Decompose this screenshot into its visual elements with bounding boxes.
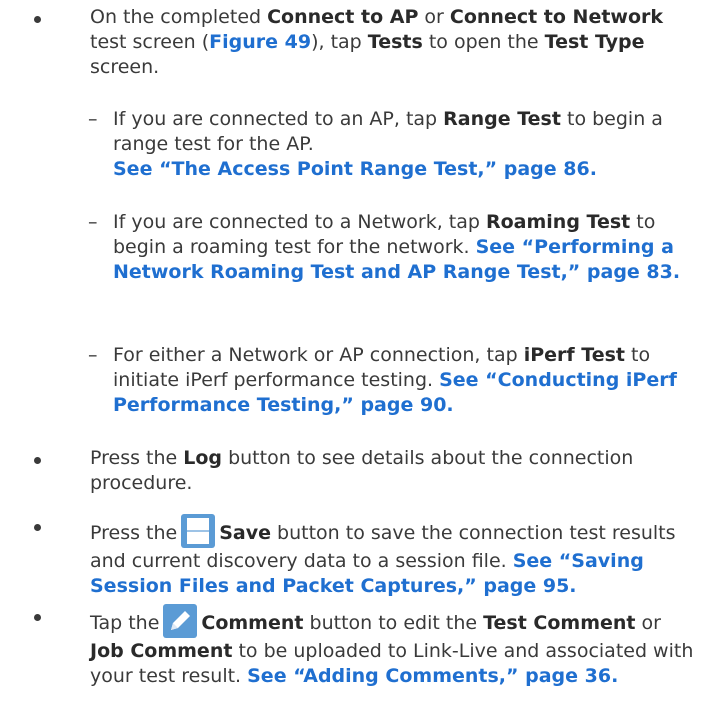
text: screen. xyxy=(90,56,160,78)
text: If you are connected to an AP, tap xyxy=(113,108,444,130)
dash-marker: – xyxy=(88,108,98,130)
ui-term: Test Type xyxy=(544,31,645,53)
figure-link[interactable]: Figure 49 xyxy=(209,31,311,53)
text: test screen ( xyxy=(90,31,210,53)
bullet-text: Press the Save button to save the connect… xyxy=(90,513,696,599)
ui-term: Job Comment xyxy=(90,640,233,662)
ui-term: Log xyxy=(183,447,223,469)
dash-marker: – xyxy=(88,344,98,366)
text: button to edit the xyxy=(303,612,484,634)
sub-item-text: If you are connected to an AP, tap Range… xyxy=(113,107,703,182)
sub-item-text: If you are connected to a Network, tap R… xyxy=(113,210,703,285)
text: or xyxy=(635,612,661,634)
bullet-dot xyxy=(34,16,41,23)
pencil-icon xyxy=(162,603,198,639)
sub-item-text: For either a Network or AP connection, t… xyxy=(113,343,703,418)
bullet-text: Tap the Comment button to edit the Test C… xyxy=(90,603,696,689)
ui-term: Roaming Test xyxy=(485,211,631,233)
ui-term: Range Test xyxy=(443,108,561,130)
ui-term: Comment xyxy=(201,612,304,634)
ui-term: Connect to Network xyxy=(449,6,664,28)
text: If you are connected to a Network, tap xyxy=(113,211,486,233)
text: Press the xyxy=(90,447,184,469)
text: or xyxy=(418,6,450,28)
text: On the completed xyxy=(90,6,268,28)
ui-term: Connect to AP xyxy=(267,6,419,28)
text: For either a Network or AP connection, t… xyxy=(113,344,524,366)
bullet-dot xyxy=(34,524,41,531)
save-icon xyxy=(180,513,216,549)
dash-marker: – xyxy=(88,211,98,233)
text: ), tap xyxy=(311,31,368,53)
text: to open the xyxy=(422,31,545,53)
bullet-text: On the completed Connect to AP or Connec… xyxy=(90,5,696,80)
ui-term: Test Comment xyxy=(483,612,636,634)
bullet-dot xyxy=(34,614,41,621)
bullet-text: Press the Log button to see details abou… xyxy=(90,446,696,496)
cross-reference-link[interactable]: See “The Access Point Range Test,” page … xyxy=(113,158,597,180)
text: Press the xyxy=(90,522,178,544)
cross-reference-link[interactable]: See “Adding Comments,” page 36. xyxy=(247,665,618,687)
ui-term: iPerf Test xyxy=(523,344,626,366)
bullet-dot xyxy=(34,457,41,464)
ui-term: Tests xyxy=(367,31,423,53)
text: Tap the xyxy=(90,612,160,634)
ui-term: Save xyxy=(219,522,272,544)
document-page: On the completed Connect to AP or Connec… xyxy=(0,0,706,724)
